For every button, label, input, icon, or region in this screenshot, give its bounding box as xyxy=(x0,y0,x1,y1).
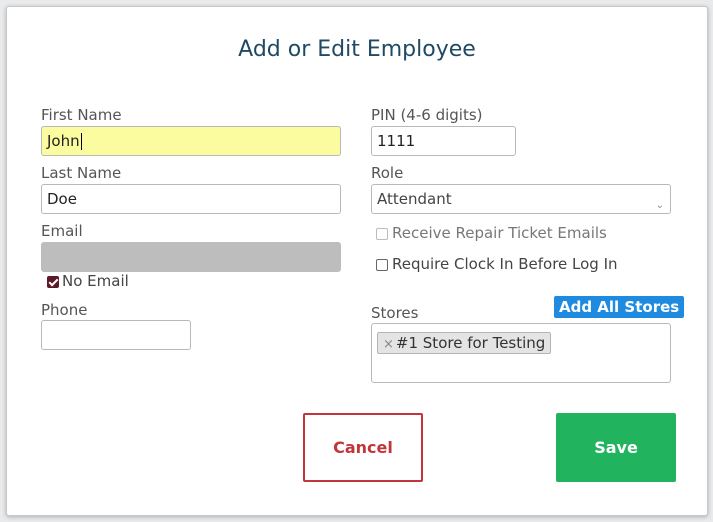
text-caret xyxy=(80,133,82,150)
no-email-checkbox[interactable] xyxy=(47,276,59,288)
add-all-stores-button[interactable]: Add All Stores xyxy=(554,296,685,318)
first-name-input[interactable]: John xyxy=(41,126,341,156)
require-clock-in-checkbox[interactable] xyxy=(376,259,388,271)
dialog-title: Add or Edit Employee xyxy=(238,37,476,62)
first-name-label: First Name xyxy=(41,106,122,124)
require-clock-in-label: Require Clock In Before Log In xyxy=(392,255,618,273)
email-input[interactable] xyxy=(41,242,341,272)
chevron-down-icon: ⌄ xyxy=(655,200,664,211)
receive-repair-emails-label: Receive Repair Ticket Emails xyxy=(392,224,607,242)
remove-tag-icon[interactable]: × xyxy=(383,337,394,352)
role-selected-value: Attendant xyxy=(377,190,452,208)
receive-repair-emails-checkbox[interactable] xyxy=(376,228,388,240)
first-name-value: John xyxy=(47,132,80,150)
last-name-label: Last Name xyxy=(41,164,122,182)
pin-label: PIN (4-6 digits) xyxy=(371,106,483,124)
phone-input[interactable] xyxy=(41,320,191,350)
save-button[interactable]: Save xyxy=(556,413,676,482)
phone-label: Phone xyxy=(41,301,88,319)
email-label: Email xyxy=(41,222,83,240)
cancel-button[interactable]: Cancel xyxy=(303,413,423,482)
role-select[interactable]: Attendant ⌄ xyxy=(371,184,671,214)
store-tag-label: #1 Store for Testing xyxy=(395,334,546,352)
store-tag: × #1 Store for Testing xyxy=(377,332,552,354)
pin-input[interactable]: 1111 xyxy=(371,126,516,156)
no-email-label: No Email xyxy=(62,272,129,290)
employee-dialog: Add or Edit Employee First Name John Las… xyxy=(6,6,708,516)
role-label: Role xyxy=(371,164,404,182)
stores-label: Stores xyxy=(371,304,419,322)
last-name-input[interactable]: Doe xyxy=(41,184,341,214)
